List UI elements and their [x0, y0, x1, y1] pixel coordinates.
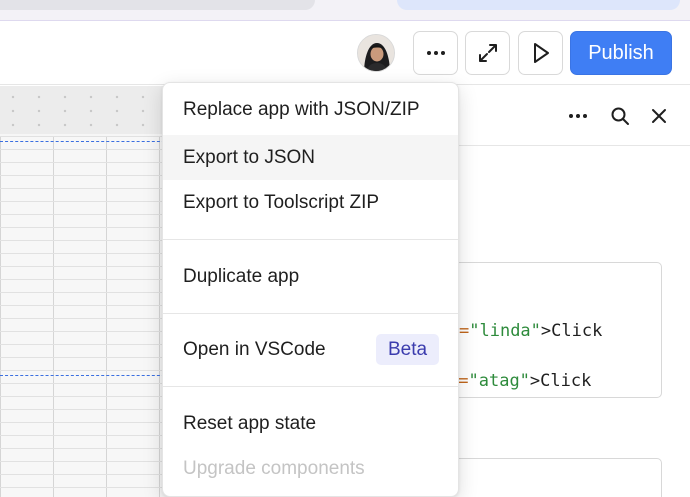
- panel-more-button[interactable]: [566, 104, 590, 128]
- menu-divider: [163, 313, 458, 314]
- menu-item-upgrade-components: Upgrade components: [163, 446, 458, 491]
- preview-button[interactable]: [518, 31, 563, 75]
- menu-item-label: Export to Toolscript ZIP: [183, 191, 380, 213]
- more-horizontal-icon: [569, 114, 587, 118]
- code-editor-secondary[interactable]: [440, 458, 662, 497]
- user-avatar[interactable]: [357, 34, 395, 72]
- menu-item-label: Open in VSCode: [183, 338, 326, 360]
- canvas-dot-grid: [0, 86, 170, 134]
- publish-button[interactable]: Publish: [570, 31, 672, 75]
- menu-item-label: Duplicate app: [183, 265, 300, 287]
- play-icon: [533, 43, 549, 63]
- search-icon: [611, 107, 629, 125]
- panel-close-button[interactable]: [647, 104, 671, 128]
- code-line: t="atag">Click: [448, 371, 592, 391]
- menu-item-label: Upgrade components: [183, 457, 365, 479]
- editor-toolbar: Publish: [0, 21, 690, 85]
- menu-item-replace-app[interactable]: Replace app with JSON/ZIP: [163, 87, 458, 132]
- code-editor[interactable]: ="linda">Click t="atag">Click: [440, 262, 662, 398]
- fullscreen-button[interactable]: [465, 31, 510, 75]
- more-options-button[interactable]: [413, 31, 458, 75]
- canvas-selection-guide: [0, 141, 170, 142]
- menu-item-label: Export to JSON: [183, 146, 315, 168]
- menu-item-label: Replace app with JSON/ZIP: [183, 98, 420, 120]
- editor-canvas[interactable]: [0, 86, 170, 497]
- expand-icon: [478, 44, 497, 62]
- app-actions-menu: Replace app with JSON/ZIP Export to JSON…: [162, 82, 459, 497]
- close-icon: [652, 109, 666, 123]
- menu-item-label: Reset app state: [183, 412, 317, 434]
- menu-divider: [163, 239, 458, 240]
- beta-badge: Beta: [376, 334, 440, 365]
- canvas-table-grid: [0, 136, 170, 497]
- browser-address-pill[interactable]: [397, 0, 680, 10]
- menu-item-duplicate-app[interactable]: Duplicate app: [163, 254, 458, 299]
- publish-button-label: Publish: [588, 41, 654, 64]
- browser-tab[interactable]: [0, 0, 315, 10]
- menu-divider: [163, 386, 458, 387]
- canvas-selection-guide: [0, 375, 170, 376]
- avatar-portrait-icon: [358, 35, 394, 71]
- menu-item-reset-app-state[interactable]: Reset app state: [163, 401, 458, 446]
- more-horizontal-icon: [426, 51, 445, 55]
- menu-item-export-toolscript-zip[interactable]: Export to Toolscript ZIP: [163, 180, 458, 225]
- browser-chrome: [0, 0, 690, 21]
- code-line: ="linda">Click: [459, 321, 603, 341]
- menu-item-open-in-vscode[interactable]: Open in VSCode Beta: [163, 327, 458, 372]
- panel-search-button[interactable]: [608, 104, 632, 128]
- menu-item-export-json[interactable]: Export to JSON: [163, 135, 458, 180]
